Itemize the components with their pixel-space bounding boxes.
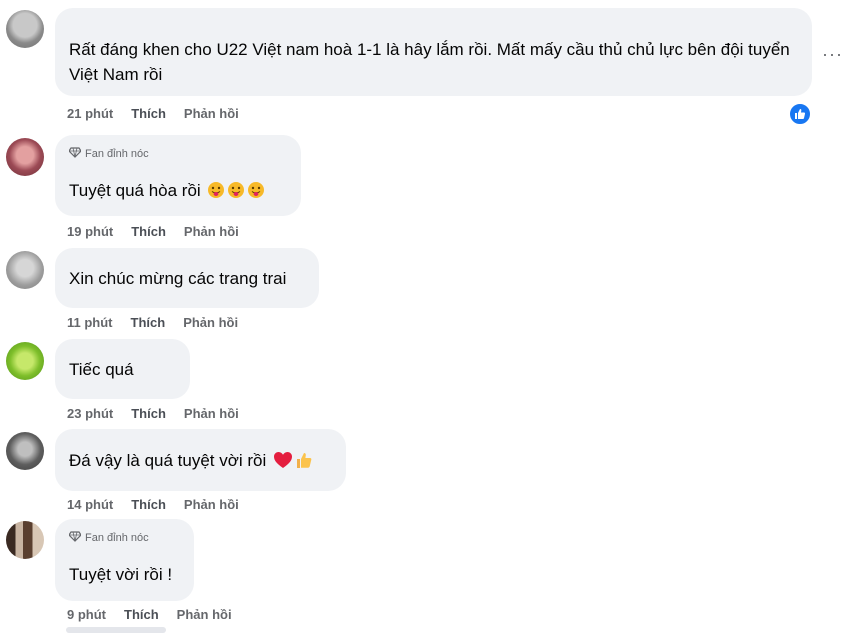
like-button[interactable]: Thích — [131, 106, 166, 121]
comment-text: Đá vậy là quá tuyệt vời rồi — [69, 451, 267, 470]
red-heart-emoji — [274, 452, 293, 468]
like-button[interactable]: Thích — [124, 607, 159, 622]
comment-actions: 19 phút Thích Phản hồi — [67, 224, 257, 239]
reply-button[interactable]: Phản hồi — [184, 497, 239, 512]
comment-bubble: Đá vậy là quá tuyệt vời rồi — [55, 429, 346, 491]
comment-text: Tuyệt vời rồi ! — [69, 565, 173, 584]
comment-text: Tuyệt quá hòa rồi — [69, 181, 201, 200]
diamond-icon — [69, 531, 81, 542]
comment-actions: 11 phút Thích Phản hồi — [67, 315, 256, 330]
comment-time[interactable]: 11 phút — [67, 315, 113, 330]
avatar[interactable] — [6, 251, 44, 289]
avatar[interactable] — [6, 342, 44, 380]
avatar[interactable] — [6, 10, 44, 48]
comment-bubble: Rất đáng khen cho U22 Việt nam hoà 1-1 l… — [55, 8, 812, 96]
like-reaction-icon[interactable] — [788, 102, 812, 126]
avatar[interactable] — [6, 521, 44, 559]
reply-button[interactable]: Phản hồi — [184, 406, 239, 421]
comment-actions: 21 phút Thích Phản hồi — [67, 106, 257, 121]
tongue-out-emoji — [248, 182, 265, 198]
tongue-out-emoji — [208, 182, 225, 198]
comment-time[interactable]: 21 phút — [67, 106, 113, 121]
reply-button[interactable]: Phản hồi — [183, 315, 238, 330]
comment-actions: 23 phút Thích Phản hồi — [67, 406, 257, 421]
reply-button[interactable]: Phản hồi — [184, 224, 239, 239]
diamond-icon — [69, 147, 81, 158]
comment-bubble: Fan đỉnh nóc Tuyệt vời rồi ! — [55, 519, 194, 601]
comment-text: Tiếc quá — [69, 360, 134, 379]
reply-button[interactable]: Phản hồi — [184, 106, 239, 121]
comment-time[interactable]: 14 phút — [67, 497, 113, 512]
comment-time[interactable]: 23 phút — [67, 406, 113, 421]
like-button[interactable]: Thích — [131, 315, 166, 330]
avatar[interactable] — [6, 432, 44, 470]
fan-badge: Fan đỉnh nóc — [69, 147, 287, 161]
comment-actions: 9 phút Thích Phản hồi — [67, 607, 250, 622]
more-options-icon[interactable]: ··· — [822, 44, 842, 65]
tongue-out-emoji — [228, 182, 245, 198]
comment-bubble: Xin chúc mừng các trang trai — [55, 248, 319, 308]
thumbs-up-emoji — [297, 453, 312, 468]
avatar[interactable] — [6, 138, 44, 176]
like-button[interactable]: Thích — [131, 224, 166, 239]
reply-button[interactable]: Phản hồi — [177, 607, 232, 622]
comment-time[interactable]: 19 phút — [67, 224, 113, 239]
like-button[interactable]: Thích — [131, 406, 166, 421]
fan-badge-label: Fan đỉnh nóc — [85, 532, 149, 544]
next-comment-edge — [66, 627, 166, 633]
comment-actions: 14 phút Thích Phản hồi — [67, 497, 257, 512]
comment-bubble: Fan đỉnh nóc Tuyệt quá hòa rồi — [55, 135, 301, 216]
fan-badge-label: Fan đỉnh nóc — [85, 148, 149, 160]
comment-text: Xin chúc mừng các trang trai — [69, 269, 287, 288]
comment-time[interactable]: 9 phút — [67, 607, 106, 622]
fan-badge: Fan đỉnh nóc — [69, 531, 180, 545]
like-button[interactable]: Thích — [131, 497, 166, 512]
comment-bubble: Tiếc quá — [55, 339, 190, 399]
comment-text: Rất đáng khen cho U22 Việt nam hoà 1-1 l… — [69, 40, 790, 84]
